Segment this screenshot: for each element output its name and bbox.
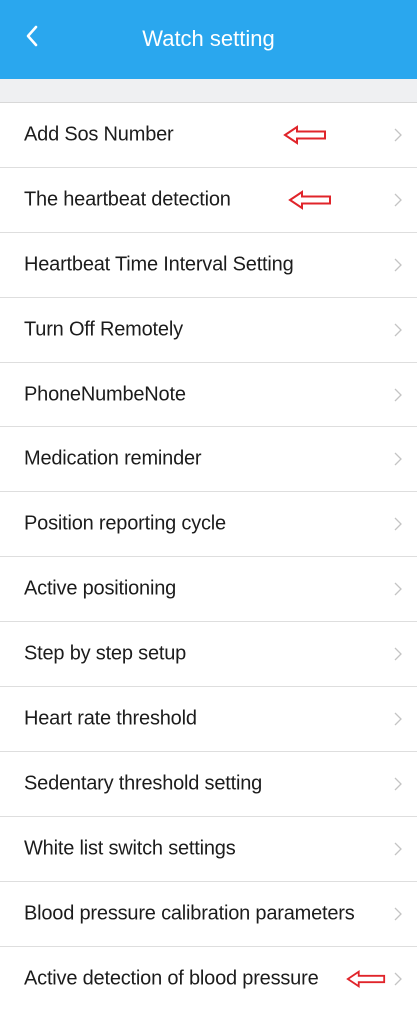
settings-item-active-bp-detection[interactable]: Active detection of blood pressure: [0, 947, 417, 1011]
settings-item-label: Add Sos Number: [24, 123, 174, 146]
red-arrow-left-icon: [283, 125, 326, 145]
settings-item-label: Step by step setup: [24, 642, 187, 665]
settings-item-label: Active detection of blood pressure: [24, 967, 319, 990]
settings-item-label: Heart rate threshold: [24, 707, 197, 730]
page-title: Watch setting: [142, 26, 275, 51]
settings-item-white-list-switch[interactable]: White list switch settings: [0, 817, 417, 882]
chevron-right-icon: [394, 777, 402, 791]
chevron-right-icon: [394, 388, 402, 401]
settings-item-phone-number-note[interactable]: PhoneNumbeNote: [0, 363, 417, 428]
settings-item-label: Active positioning: [24, 577, 177, 600]
settings-item-label: Blood pressure calibration parameters: [24, 902, 355, 925]
chevron-right-icon: [394, 582, 402, 596]
chevron-right-icon: [394, 193, 402, 207]
settings-item-add-sos-number[interactable]: Add Sos Number: [0, 103, 417, 168]
settings-item-label: White list switch settings: [24, 837, 236, 860]
settings-item-label: PhoneNumbeNote: [24, 383, 186, 405]
settings-item-step-by-step-setup[interactable]: Step by step setup: [0, 622, 417, 688]
settings-item-label: Medication reminder: [24, 447, 202, 470]
settings-item-heartbeat-interval[interactable]: Heartbeat Time Interval Setting: [0, 233, 417, 298]
chevron-right-icon: [394, 972, 402, 986]
chevron-right-icon: [394, 128, 402, 142]
chevron-right-icon: [394, 258, 402, 272]
settings-item-label: Sedentary threshold setting: [24, 772, 263, 795]
chevron-right-icon: [394, 712, 402, 726]
chevron-right-icon: [394, 842, 402, 856]
settings-item-turn-off-remotely[interactable]: Turn Off Remotely: [0, 298, 417, 363]
settings-list: Add Sos Number The heartbeat detection H…: [0, 103, 417, 1011]
chevron-right-icon: [394, 647, 402, 661]
settings-item-sedentary-threshold[interactable]: Sedentary threshold setting: [0, 752, 417, 817]
settings-item-heart-rate-threshold[interactable]: Heart rate threshold: [0, 687, 417, 752]
chevron-right-icon: [394, 907, 402, 921]
settings-item-label: The heartbeat detection: [24, 188, 231, 211]
settings-item-active-positioning[interactable]: Active positioning: [0, 557, 417, 623]
settings-item-label: Heartbeat Time Interval Setting: [24, 253, 294, 276]
settings-item-label: Position reporting cycle: [24, 512, 226, 535]
settings-item-medication-reminder[interactable]: Medication reminder: [0, 427, 417, 493]
settings-item-position-reporting-cycle[interactable]: Position reporting cycle: [0, 492, 417, 558]
settings-item-bp-calibration[interactable]: Blood pressure calibration parameters: [0, 882, 417, 947]
settings-item-heartbeat-detection[interactable]: The heartbeat detection: [0, 168, 417, 233]
red-arrow-left-icon: [288, 189, 331, 210]
settings-item-label: Turn Off Remotely: [24, 318, 183, 341]
chevron-right-icon: [394, 517, 402, 531]
chevron-right-icon: [394, 323, 402, 337]
red-arrow-left-icon: [346, 970, 386, 988]
chevron-right-icon: [394, 452, 402, 466]
app-header: Watch setting: [0, 0, 417, 79]
section-spacer: [0, 79, 417, 103]
